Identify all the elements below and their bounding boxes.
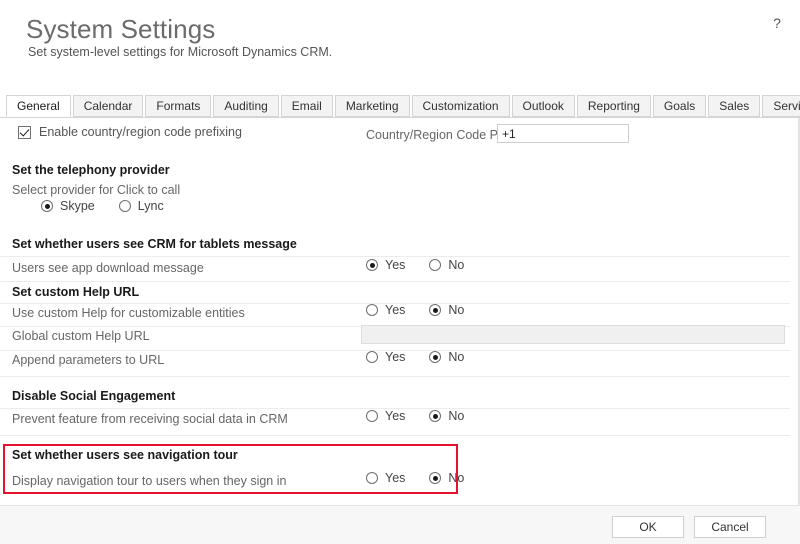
tab-reporting[interactable]: Reporting [576,95,651,117]
display-navigation-tour-radio-group: Yes No [366,471,464,485]
row-divider [0,281,790,282]
radio-label-no: No [448,350,465,364]
settings-tabstrip: General Calendar Formats Auditing Email … [0,95,800,118]
prevent-social-data-label: Prevent feature from receiving social da… [12,412,288,426]
use-custom-help-label: Use custom Help for customizable entitie… [12,306,245,320]
radio-option-yes[interactable]: Yes [366,471,405,485]
app-download-message-label: Users see app download message [12,261,204,275]
radio-option-yes[interactable]: Yes [366,409,405,423]
radio-label-yes: Yes [385,303,406,317]
radio-option-no[interactable]: No [429,258,464,272]
dialog-footer: OK Cancel [0,505,800,544]
tab-marketing[interactable]: Marketing [334,95,410,117]
radio-label-lync: Lync [137,199,164,213]
radio-option-yes[interactable]: Yes [366,258,405,272]
radio-button-icon [366,259,378,271]
radio-option-yes[interactable]: Yes [366,303,405,317]
radio-button-icon [366,410,378,422]
tab-calendar[interactable]: Calendar [72,95,144,117]
global-custom-help-url-input[interactable] [361,325,785,344]
radio-option-no[interactable]: No [429,303,464,317]
telephony-provider-radio-group: Skype Lync [41,199,164,213]
page-subtitle: Set system-level settings for Microsoft … [28,45,333,59]
content-right-border [798,118,799,505]
question-mark-icon[interactable]: ? [768,14,786,32]
country-prefix-input[interactable] [497,124,629,143]
tablets-message-section-heading: Set whether users see CRM for tablets me… [12,237,297,251]
radio-button-icon [41,200,53,212]
radio-label-no: No [448,303,465,317]
telephony-section-heading: Set the telephony provider [12,163,170,177]
tab-formats[interactable]: Formats [145,95,212,117]
navigation-tour-section-heading: Set whether users see navigation tour [12,448,238,462]
radio-button-icon [118,200,131,212]
display-navigation-tour-label: Display navigation tour to users when th… [12,474,287,488]
row-divider [0,256,790,257]
radio-label-no: No [448,409,465,423]
social-engagement-section-heading: Disable Social Engagement [12,389,176,403]
radio-button-icon [429,259,442,271]
radio-option-lync[interactable]: Lync [118,199,164,213]
radio-option-no[interactable]: No [429,471,464,485]
use-custom-help-radio-group: Yes No [366,303,464,317]
row-divider [0,435,790,436]
radio-label-no: No [448,471,465,485]
radio-button-icon [429,304,442,316]
radio-option-no[interactable]: No [429,350,464,364]
radio-label-no: No [448,258,465,272]
app-download-message-radio-group: Yes No [366,258,464,272]
enable-country-prefix-label: Enable country/region code prefixing [39,125,242,139]
tab-service[interactable]: Service [762,95,800,117]
tab-general[interactable]: General [6,95,71,117]
tab-email[interactable]: Email [280,95,333,117]
radio-option-yes[interactable]: Yes [366,350,405,364]
radio-button-icon [429,472,442,484]
enable-country-prefix-checkbox[interactable]: Enable country/region code prefixing [18,125,242,139]
radio-label-yes: Yes [385,409,406,423]
general-tab-panel: Enable country/region code prefixing Cou… [0,118,800,505]
telephony-description: Select provider for Click to call [12,183,181,197]
custom-help-url-section-heading: Set custom Help URL [12,285,140,299]
radio-option-skype[interactable]: Skype [41,199,95,213]
radio-button-icon [429,410,442,422]
radio-label-yes: Yes [385,258,406,272]
append-parameters-radio-group: Yes No [366,350,464,364]
tab-goals[interactable]: Goals [652,95,707,117]
radio-button-icon [366,304,378,316]
tab-outlook[interactable]: Outlook [511,95,575,117]
radio-label-skype: Skype [60,199,95,213]
system-settings-dialog: System Settings Set system-level setting… [0,0,800,544]
radio-button-icon [366,472,378,484]
prevent-social-data-radio-group: Yes No [366,409,464,423]
tab-sales[interactable]: Sales [708,95,761,117]
radio-option-no[interactable]: No [429,409,464,423]
ok-button[interactable]: OK [612,516,684,538]
append-parameters-label: Append parameters to URL [12,353,165,367]
radio-label-yes: Yes [385,350,406,364]
dialog-header: System Settings Set system-level setting… [0,0,800,90]
radio-label-yes: Yes [385,471,406,485]
page-title: System Settings [26,14,216,44]
radio-button-icon [366,351,378,363]
global-custom-help-url-label: Global custom Help URL [12,329,150,343]
cancel-button[interactable]: Cancel [694,516,766,538]
tab-auditing[interactable]: Auditing [213,95,279,117]
radio-button-icon [429,351,442,363]
row-divider [0,376,790,377]
checkbox-icon [18,125,31,139]
tab-customization[interactable]: Customization [411,95,510,117]
